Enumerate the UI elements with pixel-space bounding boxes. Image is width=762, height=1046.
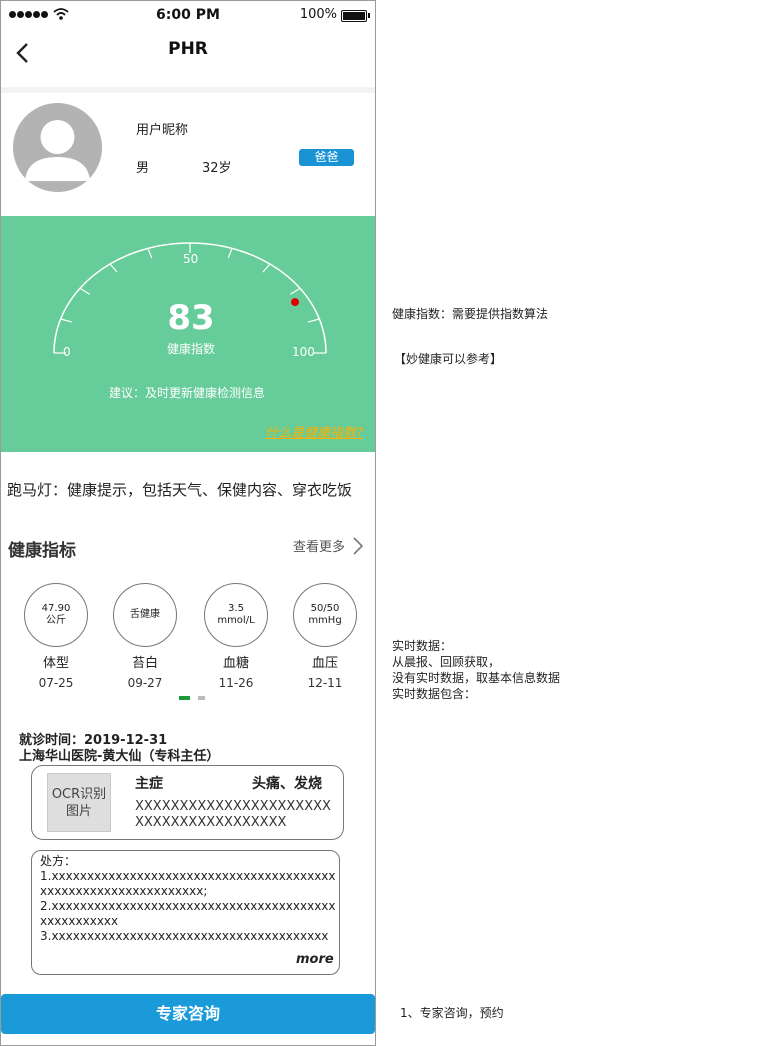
gauge-tick — [147, 248, 153, 259]
gauge-tick — [290, 287, 301, 295]
relation-badge[interactable]: 爸爸 — [299, 149, 354, 166]
metric-name: 血压 — [311, 656, 338, 671]
metric-value-circle: 3.5 mmol/L — [204, 583, 268, 647]
metric-name: 体型 — [42, 656, 69, 671]
phone-screen: 6:00 PM 100% PHR 用户昵称 男 32岁 爸爸 0 50 100 … — [0, 0, 376, 1046]
complaint-detail: XXXXXXXXXXXXXXXXXXXXXXXXXXXXXXXXXXXXXXX — [135, 799, 331, 830]
visit-hospital: 上海华山医院-黄大仙（专科主任） — [19, 749, 220, 764]
metric-unit: 公斤 — [46, 615, 66, 626]
note-line: 实时数据： — [392, 639, 453, 653]
metric-value-circle: 50/50 mmHg — [293, 583, 357, 647]
metric-unit: mmHg — [308, 615, 342, 626]
complaint-value: 头痛、发烧 — [252, 776, 322, 792]
carousel-dot-active[interactable] — [179, 696, 190, 700]
user-gender: 男 — [136, 161, 150, 176]
page-title: PHR — [168, 39, 208, 59]
note-line: 从晨报、回顾获取， — [392, 655, 501, 669]
health-advice: 建议：及时更新健康检测信息 — [108, 386, 265, 400]
ocr-image[interactable]: OCR识别图片 — [47, 773, 111, 832]
metric-name: 血糖 — [222, 656, 249, 671]
metric-date: 12-11 — [307, 676, 343, 690]
status-bar: 6:00 PM 100% — [1, 1, 375, 29]
health-score-label: 健康指数 — [166, 342, 215, 356]
prescription-line: 3.xxxxxxxxxxxxxxxxxxxxxxxxxxxxxxxxxxxxxx… — [40, 929, 329, 943]
metric-value: 50/50 — [310, 603, 340, 614]
prescription-text: 处方： 1.xxxxxxxxxxxxxxxxxxxxxxxxxxxxxxxxxx… — [40, 854, 336, 944]
health-tip-marquee[interactable]: 跑马灯：健康提示，包括天气、保健内容、穿衣吃饭 — [7, 479, 375, 500]
see-more-link[interactable]: 查看更多 — [293, 536, 345, 555]
metric-value: 舌健康 — [130, 609, 160, 620]
prescription-line: 2.xxxxxxxxxxxxxxxxxxxxxxxxxxxxxxxxxxxxxx… — [40, 899, 336, 928]
battery-icon — [341, 10, 367, 22]
complaint-label: 主症 — [135, 776, 163, 792]
gauge-tick — [109, 263, 118, 273]
prescription-line: 1.xxxxxxxxxxxxxxxxxxxxxxxxxxxxxxxxxxxxxx… — [40, 869, 336, 898]
chevron-right-icon[interactable] — [351, 537, 365, 555]
gauge-tick — [79, 287, 90, 295]
note-line: 没有实时数据，取基本信息数据 — [392, 671, 561, 685]
user-age: 32岁 — [202, 161, 232, 176]
metric-body-shape[interactable]: 47.90 公斤 体型 07-25 — [24, 583, 88, 693]
metric-value-circle: 47.90 公斤 — [24, 583, 88, 647]
note-reference: 【妙健康可以参考】 — [394, 352, 503, 366]
metric-unit: mmol/L — [217, 615, 255, 626]
indicators-title: 健康指标 — [8, 541, 76, 561]
expert-consult-button[interactable]: 专家咨询 — [1, 994, 375, 1034]
metric-date: 07-25 — [38, 676, 74, 690]
note-line: 实时数据包含： — [392, 687, 477, 701]
user-nickname: 用户昵称 — [136, 123, 189, 138]
battery-tip — [368, 13, 370, 18]
metric-date: 11-26 — [218, 676, 254, 690]
note-consult: 1、专家咨询，预约 — [400, 1006, 504, 1020]
metric-value-circle: 舌健康 — [113, 583, 177, 647]
metric-blood-sugar[interactable]: 3.5 mmol/L 血糖 11-26 — [204, 583, 268, 693]
header-divider — [1, 87, 375, 93]
metric-tongue[interactable]: 舌健康 苔白 09-27 — [113, 583, 177, 693]
health-index-panel: 0 50 100 83 健康指数 建议：及时更新健康检测信息 什么是健康指数? — [1, 216, 375, 452]
metric-value: 47.90 — [41, 603, 71, 614]
note-realtime: 实时数据： 从晨报、回顾获取， 没有实时数据，取基本信息数据 实时数据包含： — [392, 638, 560, 702]
metric-name: 苔白 — [131, 656, 158, 671]
prescription-more-link[interactable]: more — [296, 952, 334, 967]
gauge-mid-label: 50 — [183, 252, 198, 266]
metric-value: 3.5 — [228, 603, 244, 614]
health-score: 83 — [167, 298, 215, 338]
user-avatar-icon — [13, 103, 102, 192]
gauge-tick — [227, 248, 233, 259]
metric-blood-pressure[interactable]: 50/50 mmHg 血压 12-11 — [293, 583, 357, 693]
note-health-index: 健康指数：需要提供指数算法 — [392, 307, 549, 321]
health-index-help-link[interactable]: 什么是健康指数? — [265, 422, 363, 441]
prescription-title: 处方： — [40, 854, 77, 868]
carousel-dot[interactable] — [198, 696, 205, 700]
metric-date: 09-27 — [127, 676, 163, 690]
gauge-tick — [262, 263, 271, 273]
avatar[interactable] — [13, 103, 102, 192]
battery-percent: 100% — [299, 7, 337, 22]
